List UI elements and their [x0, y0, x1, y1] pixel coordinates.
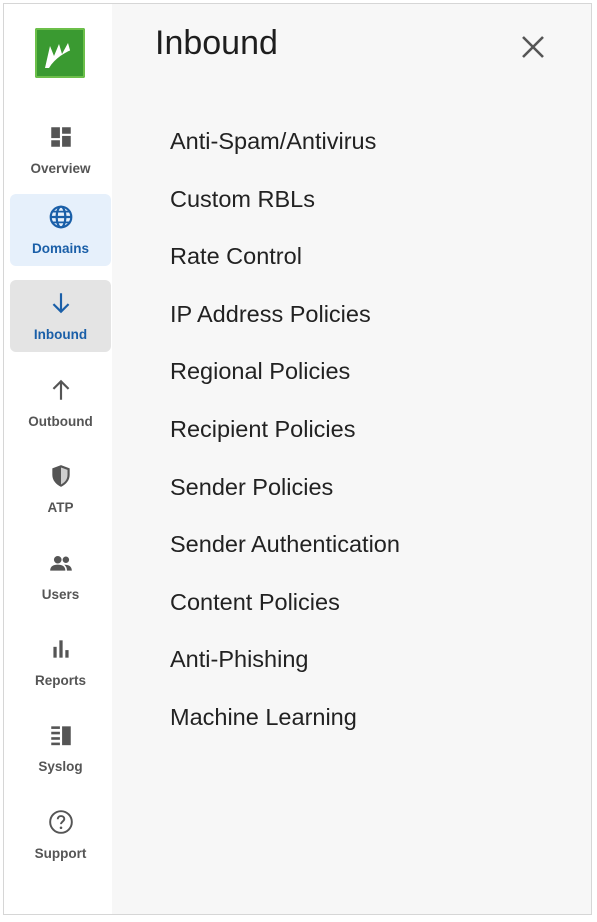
globe-icon — [49, 205, 72, 229]
bar-chart-icon — [52, 640, 69, 658]
sidebar-item-label: ATP — [47, 500, 74, 515]
menu-item-anti-spam-antivirus[interactable]: Anti-Spam/Antivirus — [170, 117, 400, 175]
panel-title: Inbound — [155, 24, 278, 62]
shield-icon — [51, 465, 70, 487]
menu-item-recipient-policies[interactable]: Recipient Policies — [170, 405, 400, 463]
close-button[interactable] — [513, 29, 553, 69]
inbound-flyout-panel: Inbound Anti-Spam/Antivirus Custom RBLs … — [112, 4, 591, 914]
menu-item-regional-policies[interactable]: Regional Policies — [170, 347, 400, 405]
sidebar-item-reports[interactable]: Reports — [10, 626, 111, 698]
sidebar-item-label: Syslog — [38, 759, 83, 774]
menu-item-custom-rbls[interactable]: Custom RBLs — [170, 175, 400, 233]
sidebar-item-label: Inbound — [33, 327, 88, 342]
sidebar-item-label: Overview — [30, 161, 91, 176]
menu-item-sender-authentication[interactable]: Sender Authentication — [170, 520, 400, 578]
sidebar-item-outbound[interactable]: Outbound — [10, 367, 111, 439]
sidebar-item-label: Outbound — [28, 414, 93, 429]
menu-item-content-policies[interactable]: Content Policies — [170, 578, 400, 636]
help-circle-icon — [48, 810, 73, 834]
sidebar-item-label: Reports — [34, 673, 86, 688]
inbound-menu-list: Anti-Spam/Antivirus Custom RBLs Rate Con… — [170, 117, 400, 751]
syslog-icon — [50, 726, 71, 746]
sidebar-item-syslog[interactable]: Syslog — [10, 712, 111, 784]
sidebar-item-overview[interactable]: Overview — [10, 114, 111, 186]
arrow-down-icon — [52, 293, 69, 314]
menu-item-machine-learning[interactable]: Machine Learning — [170, 693, 400, 751]
sidebar-item-inbound[interactable]: Inbound — [10, 280, 111, 352]
sidebar-item-domains[interactable]: Domains — [10, 194, 111, 266]
sidebar-item-users[interactable]: Users — [10, 540, 111, 612]
barracuda-logo-icon[interactable] — [35, 28, 85, 78]
app-frame: Overview Domains Inbound Outbound ATP Us… — [3, 3, 592, 915]
users-icon — [49, 555, 72, 571]
menu-item-ip-address-policies[interactable]: IP Address Policies — [170, 290, 400, 348]
sidebar-rail: Overview Domains Inbound Outbound ATP Us… — [4, 4, 112, 914]
sidebar-item-label: Support — [34, 846, 87, 861]
sidebar-item-atp[interactable]: ATP — [10, 453, 111, 525]
menu-item-anti-phishing[interactable]: Anti-Phishing — [170, 635, 400, 693]
close-icon — [522, 36, 544, 58]
sidebar-item-support[interactable]: Support — [10, 799, 111, 871]
sidebar-item-label: Domains — [31, 241, 89, 256]
arrow-up-icon — [52, 379, 69, 400]
menu-item-rate-control[interactable]: Rate Control — [170, 232, 400, 290]
menu-item-sender-policies[interactable]: Sender Policies — [170, 463, 400, 521]
sidebar-item-label: Users — [41, 587, 80, 602]
dashboard-icon — [50, 127, 71, 147]
